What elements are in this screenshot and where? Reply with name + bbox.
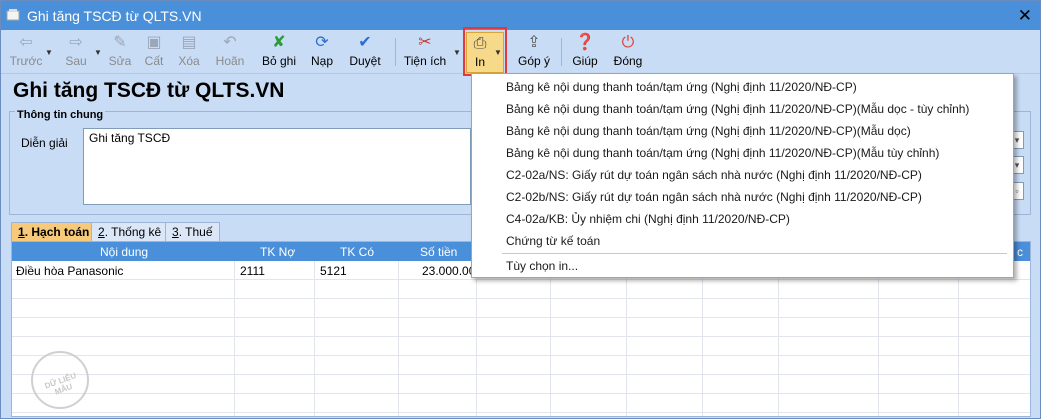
table-row[interactable] — [12, 337, 1030, 356]
utilities-dropdown-icon[interactable]: ▼ — [453, 48, 461, 57]
app-icon — [6, 9, 20, 21]
menu-item-payment-list[interactable]: Bảng kê nội dung thanh toán/tạm ứng (Ngh… — [506, 80, 857, 94]
unpost-button[interactable]: ✘ Bỏ ghi — [260, 33, 298, 71]
arrow-right-icon: ⇨ — [69, 34, 83, 51]
printer-icon: ⎙ — [473, 35, 487, 52]
checkmark-icon: ✔ — [358, 34, 372, 51]
toolbar-separator — [561, 38, 562, 66]
help-button[interactable]: ❓ Giúp — [568, 33, 602, 71]
delete-button[interactable]: ▤ Xóa — [175, 33, 203, 71]
arrow-left-icon: ⇦ — [19, 34, 33, 51]
help-icon: ❓ — [575, 34, 595, 51]
delete-icon: ▤ — [181, 34, 197, 51]
close-button[interactable]: ⏻ Đóng — [610, 33, 646, 71]
description-field[interactable]: Ghi tăng TSCĐ — [83, 128, 471, 205]
menu-item-accounting-voucher[interactable]: Chứng từ kế toán — [506, 234, 600, 248]
upload-icon: ⇪ — [527, 34, 541, 51]
reload-button[interactable]: ⟳ Nạp — [308, 33, 336, 71]
edit-icon: ✎ — [113, 34, 127, 51]
cell-content[interactable]: Điều hòa Panasonic — [16, 264, 123, 278]
app-window: Ghi tăng TSCĐ từ QLTS.VN ✕ ⇦ Trước ▼ ⇨ S… — [0, 0, 1041, 419]
menu-item-c2-02a[interactable]: C2-02a/NS: Giấy rút dự toán ngân sách nh… — [506, 168, 922, 182]
menu-item-print-options[interactable]: Tùy chọn in... — [506, 259, 578, 273]
refresh-icon: ⟳ — [315, 34, 329, 51]
column-header-amount[interactable]: Số tiền — [420, 245, 457, 259]
description-label: Diễn giải — [21, 136, 68, 150]
menu-separator — [502, 253, 1007, 254]
next-dropdown-icon[interactable]: ▼ — [94, 48, 102, 57]
general-info-title: Thông tin chung — [15, 109, 106, 121]
feedback-button[interactable]: ⇪ Góp ý — [515, 33, 553, 71]
menu-item-payment-list-portrait[interactable]: Bảng kê nội dung thanh toán/tạm ứng (Ngh… — [506, 124, 911, 138]
table-row[interactable] — [12, 318, 1030, 337]
page-title: Ghi tăng TSCĐ từ QLTS.VN — [13, 79, 285, 102]
approve-button[interactable]: ✔ Duyệt — [347, 33, 383, 71]
column-header-content[interactable]: Nội dung — [100, 245, 148, 259]
table-row[interactable] — [12, 375, 1030, 394]
prev-dropdown-icon[interactable]: ▼ — [45, 48, 53, 57]
utilities-button[interactable]: ✂ Tiện ích — [403, 33, 447, 71]
undo-icon: ↶ — [223, 34, 237, 51]
cell-credit[interactable]: 5121 — [320, 264, 347, 278]
menu-item-payment-list-custom[interactable]: Bảng kê nội dung thanh toán/tạm ứng (Ngh… — [506, 146, 939, 160]
sample-data-watermark: DỮ LIỆU MẪU — [31, 351, 89, 409]
window-title: Ghi tăng TSCĐ từ QLTS.VN — [27, 8, 202, 24]
tab-tax[interactable]: 3. Thuế — [165, 222, 220, 241]
print-dropdown-icon[interactable]: ▼ — [494, 48, 502, 57]
column-header-extra[interactable]: c — [1017, 245, 1023, 259]
menu-item-c4-02a[interactable]: C4-02a/KB: Ủy nhiệm chi (Nghị định 11/20… — [506, 212, 790, 226]
table-row[interactable] — [12, 394, 1030, 413]
close-window-icon[interactable]: ✕ — [1018, 6, 1032, 26]
prev-button[interactable]: ⇦ Trước — [9, 33, 43, 71]
menu-item-payment-list-portrait-custom[interactable]: Bảng kê nội dung thanh toán/tạm ứng (Ngh… — [506, 102, 969, 116]
tab-statistics[interactable]: 2. Thống kê — [91, 222, 169, 241]
print-button[interactable]: ⎙ In — [467, 34, 493, 72]
tools-icon: ✂ — [418, 34, 432, 51]
toolbar-separator — [395, 38, 396, 66]
title-bar: Ghi tăng TSCĐ từ QLTS.VN ✕ — [1, 1, 1040, 30]
table-row[interactable] — [12, 299, 1030, 318]
column-header-credit[interactable]: TK Có — [340, 245, 374, 259]
undo-button[interactable]: ↶ Hoãn — [213, 33, 247, 71]
edit-button[interactable]: ✎ Sửa — [107, 33, 133, 71]
next-button[interactable]: ⇨ Sau — [59, 33, 93, 71]
tab-accounting[interactable]: 1. Hạch toán — [11, 222, 97, 241]
table-row[interactable] — [12, 356, 1030, 375]
print-dropdown-menu: Bảng kê nội dung thanh toán/tạm ứng (Ngh… — [471, 73, 1014, 278]
column-header-debit[interactable]: TK Nợ — [260, 245, 295, 259]
cell-debit[interactable]: 2111 — [240, 264, 265, 278]
save-icon: ▣ — [146, 34, 162, 51]
unpost-icon: ✘ — [272, 34, 286, 51]
power-icon: ⏻ — [621, 34, 635, 51]
save-button[interactable]: ▣ Cất — [141, 33, 167, 71]
table-row[interactable] — [12, 280, 1030, 299]
menu-item-c2-02b[interactable]: C2-02b/NS: Giấy rút dự toán ngân sách nh… — [506, 190, 922, 204]
